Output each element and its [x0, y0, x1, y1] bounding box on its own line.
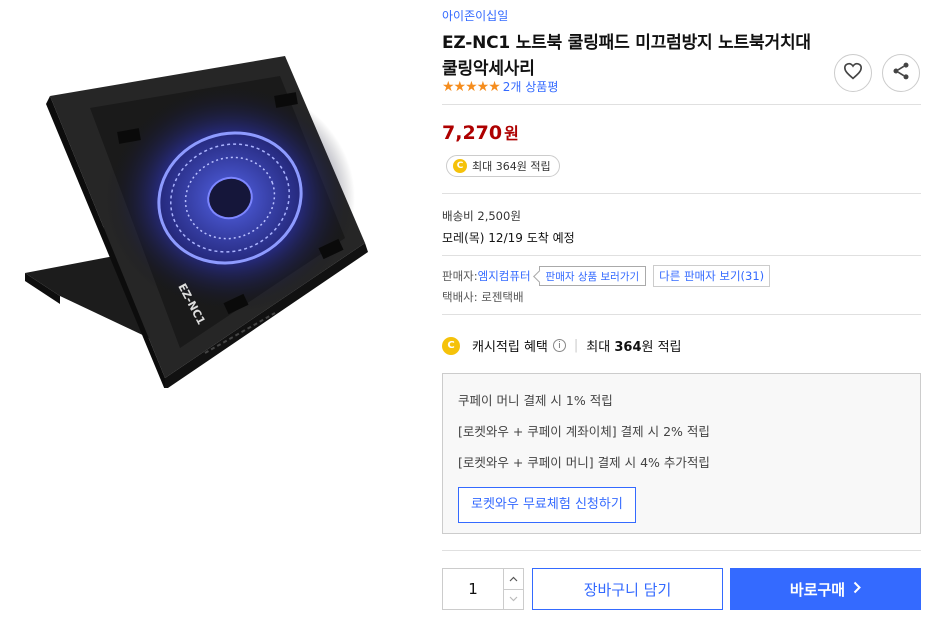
quantity-decrease-button[interactable] [504, 588, 523, 610]
heart-icon [843, 62, 863, 84]
shipping-fee: 배송비 2,500원 [442, 209, 521, 223]
brand-link[interactable]: 아이존이십일 [442, 7, 508, 24]
info-icon[interactable]: i [552, 339, 566, 352]
courier-info: 택배사: 로젠택배 [442, 290, 524, 304]
other-sellers-button[interactable]: 다른 판매자 보기(31) [653, 265, 771, 287]
chevron-right-icon [853, 580, 862, 598]
seller-row: 판매자: 엠지컴퓨터 판매자 상품 보러가기 다른 판매자 보기(31) [442, 265, 771, 287]
benefit-line: [로켓와우 + 쿠페이 계좌이체] 결제 시 2% 적립 [458, 424, 710, 439]
share-icon [891, 61, 911, 85]
cash-benefit-row: C 캐시적립 혜택 i | 최대 364원 적립 [442, 336, 682, 355]
divider [442, 104, 921, 105]
rating-stars: ★★★★★ [442, 78, 501, 95]
benefit-details-box: 쿠페이 머니 결제 시 1% 적립 [로켓와우 + 쿠페이 계좌이체] 결제 시… [442, 373, 921, 534]
share-button[interactable] [882, 54, 920, 92]
rating: ★★★★★ 2개 상품평 [442, 78, 558, 95]
price-amount: 7,270 [442, 122, 503, 144]
divider [442, 314, 921, 315]
buy-now-button[interactable]: 바로구매 [730, 568, 921, 610]
cash-coin-icon: C [453, 159, 467, 173]
seller-products-button[interactable]: 판매자 상품 보러가기 [538, 266, 647, 286]
quantity-arrows [503, 569, 523, 609]
divider [442, 255, 921, 256]
separator: | [573, 338, 579, 353]
delivery-date: 모레(목) 12/19 도착 예정 [442, 231, 575, 245]
rocket-wow-trial-button[interactable]: 로켓와우 무료체험 신청하기 [458, 487, 636, 523]
seller-name-link[interactable]: 엠지컴퓨터 [478, 268, 531, 284]
wishlist-button[interactable] [834, 54, 872, 92]
price: 7,270 원 [442, 120, 519, 144]
quantity-increase-button[interactable] [504, 569, 523, 589]
cash-benefit-label: 캐시적립 혜택 [472, 340, 548, 355]
review-count-link[interactable]: 2개 상품평 [503, 78, 559, 95]
cash-coin-icon: C [442, 336, 460, 355]
divider [442, 550, 921, 551]
add-to-cart-button[interactable]: 장바구니 담기 [532, 568, 723, 610]
product-title: EZ-NC1 노트북 쿨링패드 미끄럼방지 노트북거치대 쿨링악세사리 [442, 33, 811, 79]
seller-label: 판매자: [442, 269, 478, 283]
cash-reward-pill: C 최대 364원 적립 [446, 155, 560, 177]
benefit-line: 쿠페이 머니 결제 시 1% 적립 [458, 393, 613, 408]
quantity-input[interactable] [443, 569, 503, 609]
cash-reward-label: 최대 364원 적립 [472, 160, 551, 173]
product-image: EZ-NC1 [20, 48, 420, 390]
divider [442, 193, 921, 194]
buy-now-label: 바로구매 [789, 580, 846, 599]
cash-benefit-max: 최대 364원 적립 [586, 340, 682, 355]
benefit-line: [로켓와우 + 쿠페이 머니] 결제 시 4% 추가적립 [458, 455, 710, 470]
quantity-stepper[interactable] [442, 568, 524, 610]
price-unit: 원 [504, 124, 519, 143]
